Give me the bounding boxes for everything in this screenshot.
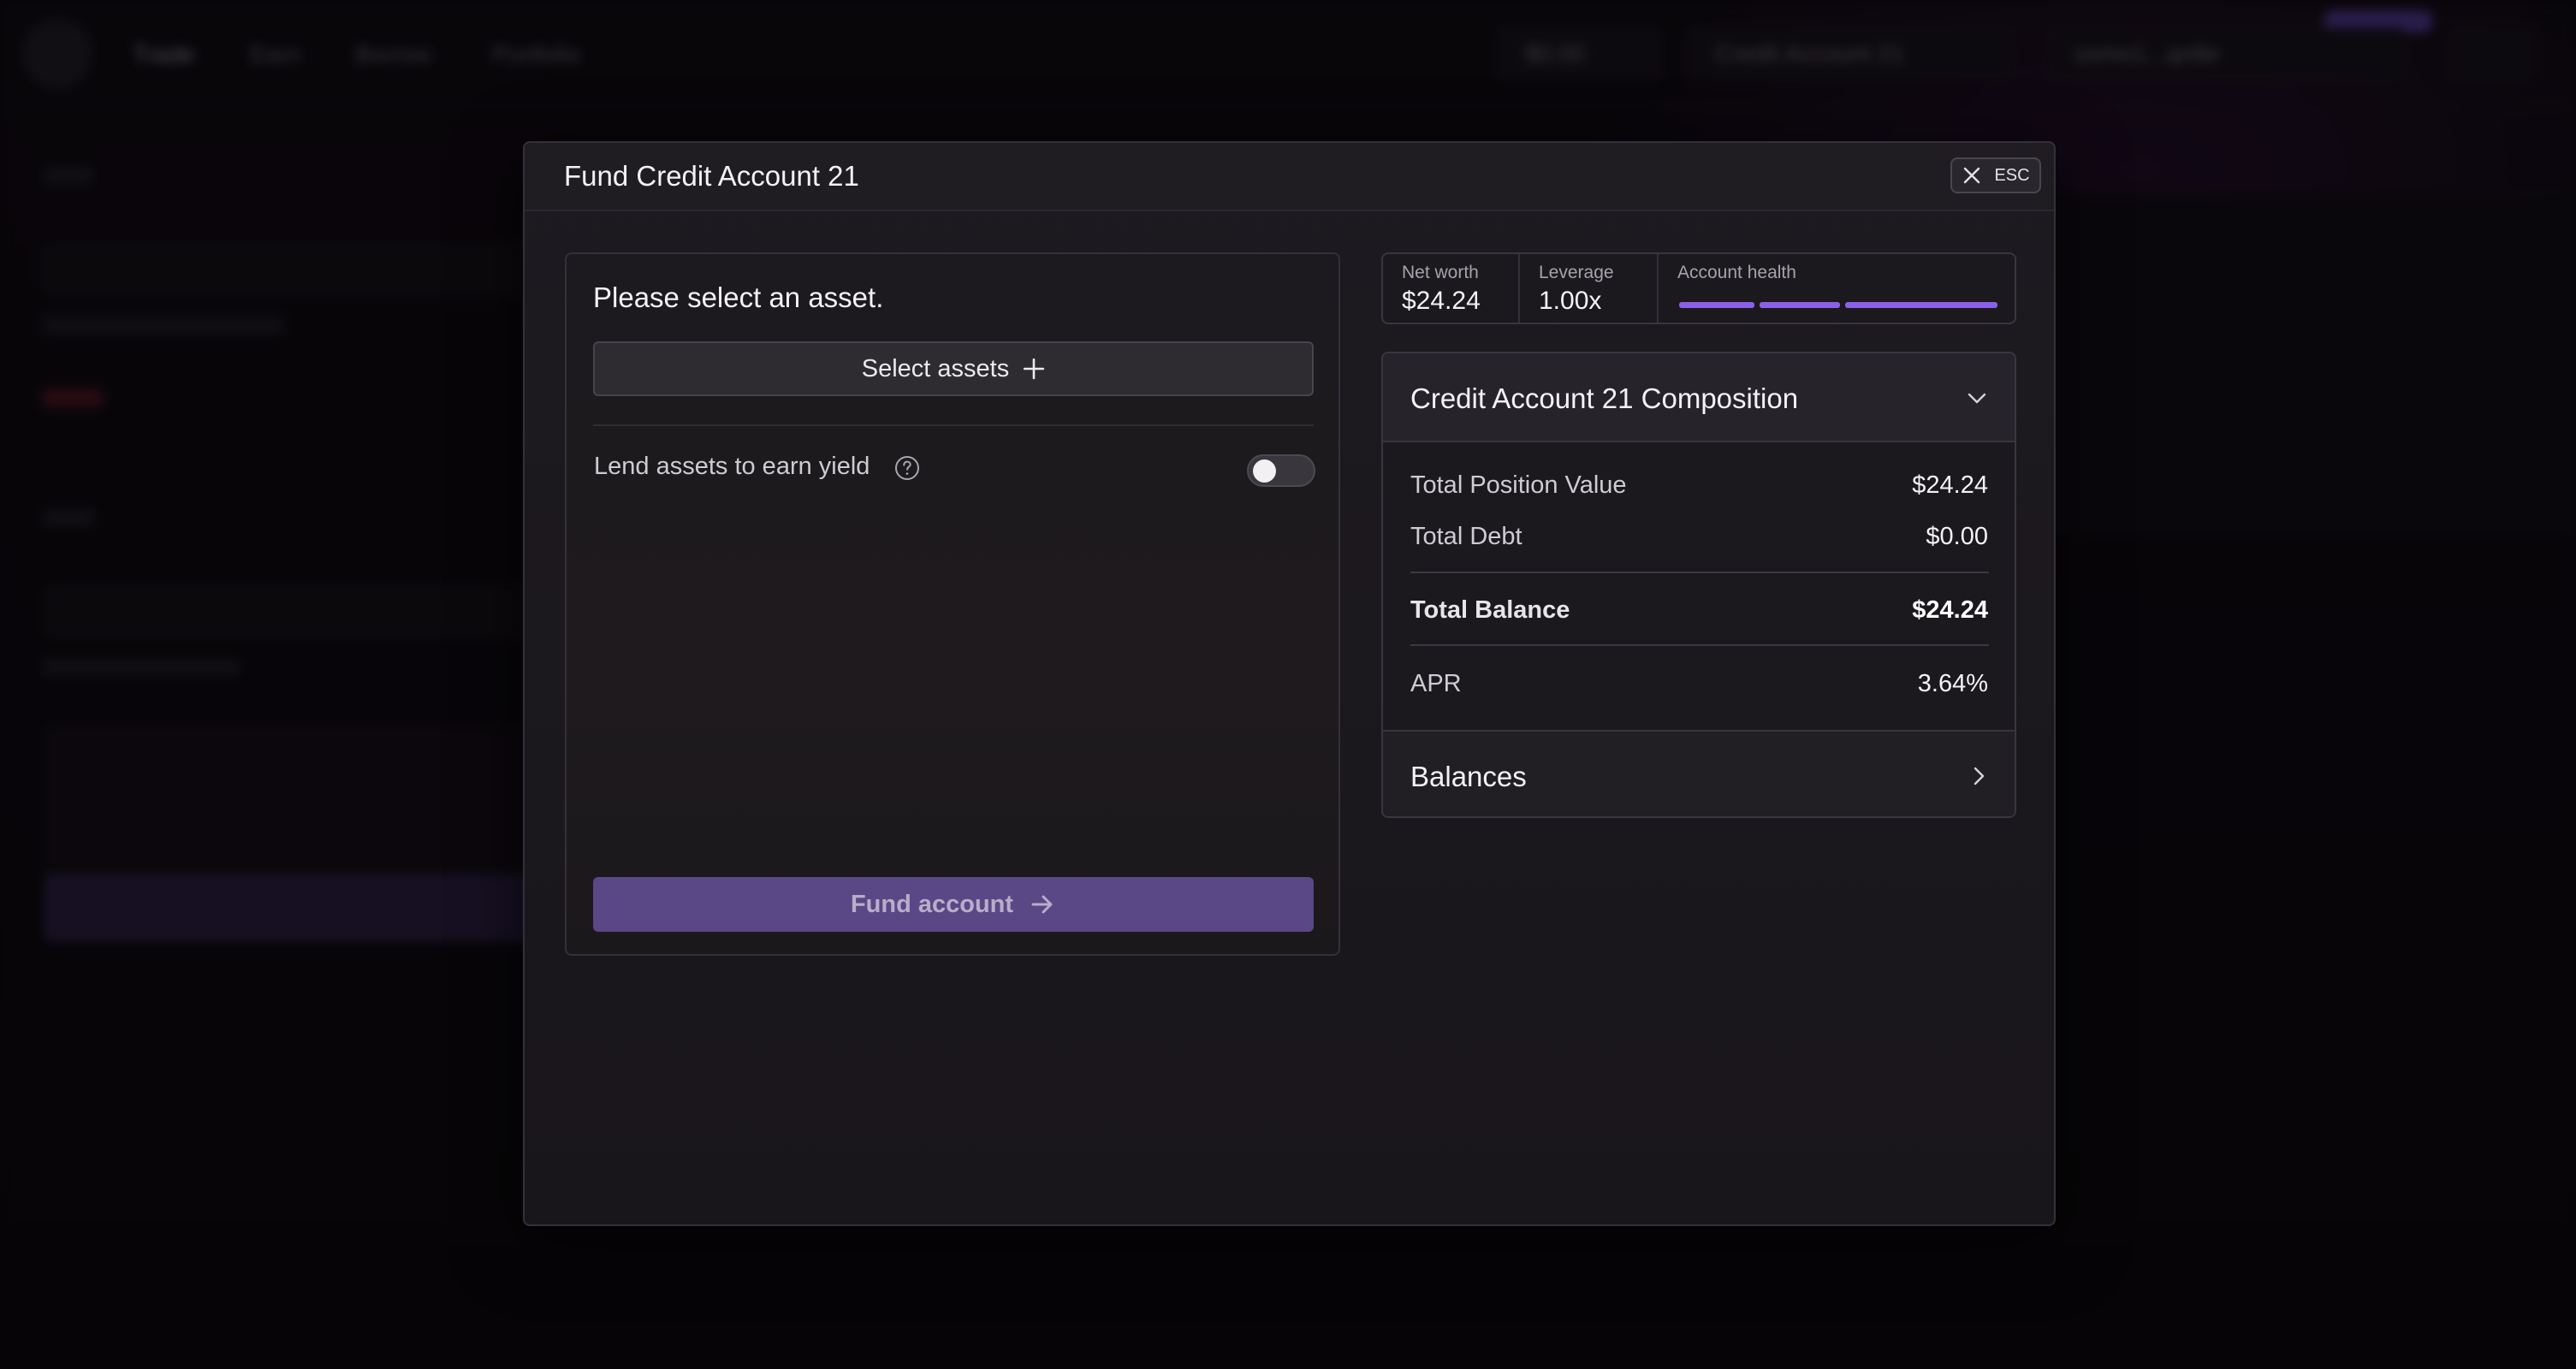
account-health-stat: Account health — [1659, 254, 2015, 323]
composition-title: Credit Account 21 Composition — [1410, 382, 1799, 414]
leverage-stat: Leverage 1.00x — [1520, 254, 1659, 323]
chevron-right-icon — [1974, 767, 1985, 785]
fund-card: Please select an asset. Select assets Le… — [565, 252, 1340, 956]
apr-label: APR — [1410, 670, 1462, 697]
divider — [1410, 572, 1989, 573]
account-stats-bar: Net worth $24.24 Leverage 1.00x Account … — [1381, 252, 2016, 324]
health-segment-fill — [1760, 302, 1840, 308]
net-worth-stat: Net worth $24.24 — [1383, 254, 1520, 323]
composition-card: Credit Account 21 Composition Total Posi… — [1381, 352, 2016, 818]
esc-label: ESC — [1994, 165, 2030, 185]
question-icon[interactable] — [893, 454, 921, 482]
leverage-label: Leverage — [1539, 263, 1614, 282]
select-asset-prompt: Please select an asset. — [593, 282, 884, 313]
total-position-value: $24.24 — [1912, 471, 1988, 499]
fund-account-label: Fund account — [850, 890, 1014, 918]
net-worth-label: Net worth — [1402, 263, 1479, 282]
net-worth-value: $24.24 — [1402, 287, 1481, 315]
arrow-right-icon — [1031, 895, 1053, 914]
divider — [1410, 644, 1989, 646]
divider — [593, 424, 1314, 426]
close-button[interactable]: ESC — [1950, 157, 2041, 193]
plus-icon — [1024, 358, 1045, 380]
chevron-down-icon — [1968, 393, 1986, 404]
total-balance-value: $24.24 — [1912, 596, 1988, 624]
total-debt-value: $0.00 — [1926, 523, 1988, 550]
modal-header: Fund Credit Account 21 ESC — [525, 143, 2054, 211]
modal-title: Fund Credit Account 21 — [564, 160, 859, 192]
fund-account-button[interactable]: Fund account — [593, 877, 1314, 932]
composition-header[interactable]: Credit Account 21 Composition — [1383, 353, 2015, 442]
leverage-value: 1.00x — [1539, 287, 1602, 315]
toggle-knob — [1253, 459, 1276, 483]
select-assets-label: Select assets — [861, 354, 1010, 382]
total-position-value-label: Total Position Value — [1410, 471, 1627, 499]
lend-toggle[interactable] — [1247, 454, 1315, 487]
apr-value: 3.64% — [1917, 670, 1988, 697]
select-assets-button[interactable]: Select assets — [593, 341, 1314, 396]
lend-assets-label: Lend assets to earn yield — [594, 453, 870, 480]
fund-account-modal: Fund Credit Account 21 ESC Please select… — [523, 141, 2056, 1226]
balances-row[interactable]: Balances — [1383, 730, 2015, 816]
health-segment-fill — [1845, 302, 1997, 308]
total-balance-label: Total Balance — [1410, 596, 1570, 624]
health-segment-fill — [1679, 302, 1754, 308]
total-debt-label: Total Debt — [1410, 523, 1522, 550]
account-health-label: Account health — [1677, 263, 1796, 282]
close-icon — [1964, 167, 1980, 184]
balances-label: Balances — [1410, 761, 1527, 792]
